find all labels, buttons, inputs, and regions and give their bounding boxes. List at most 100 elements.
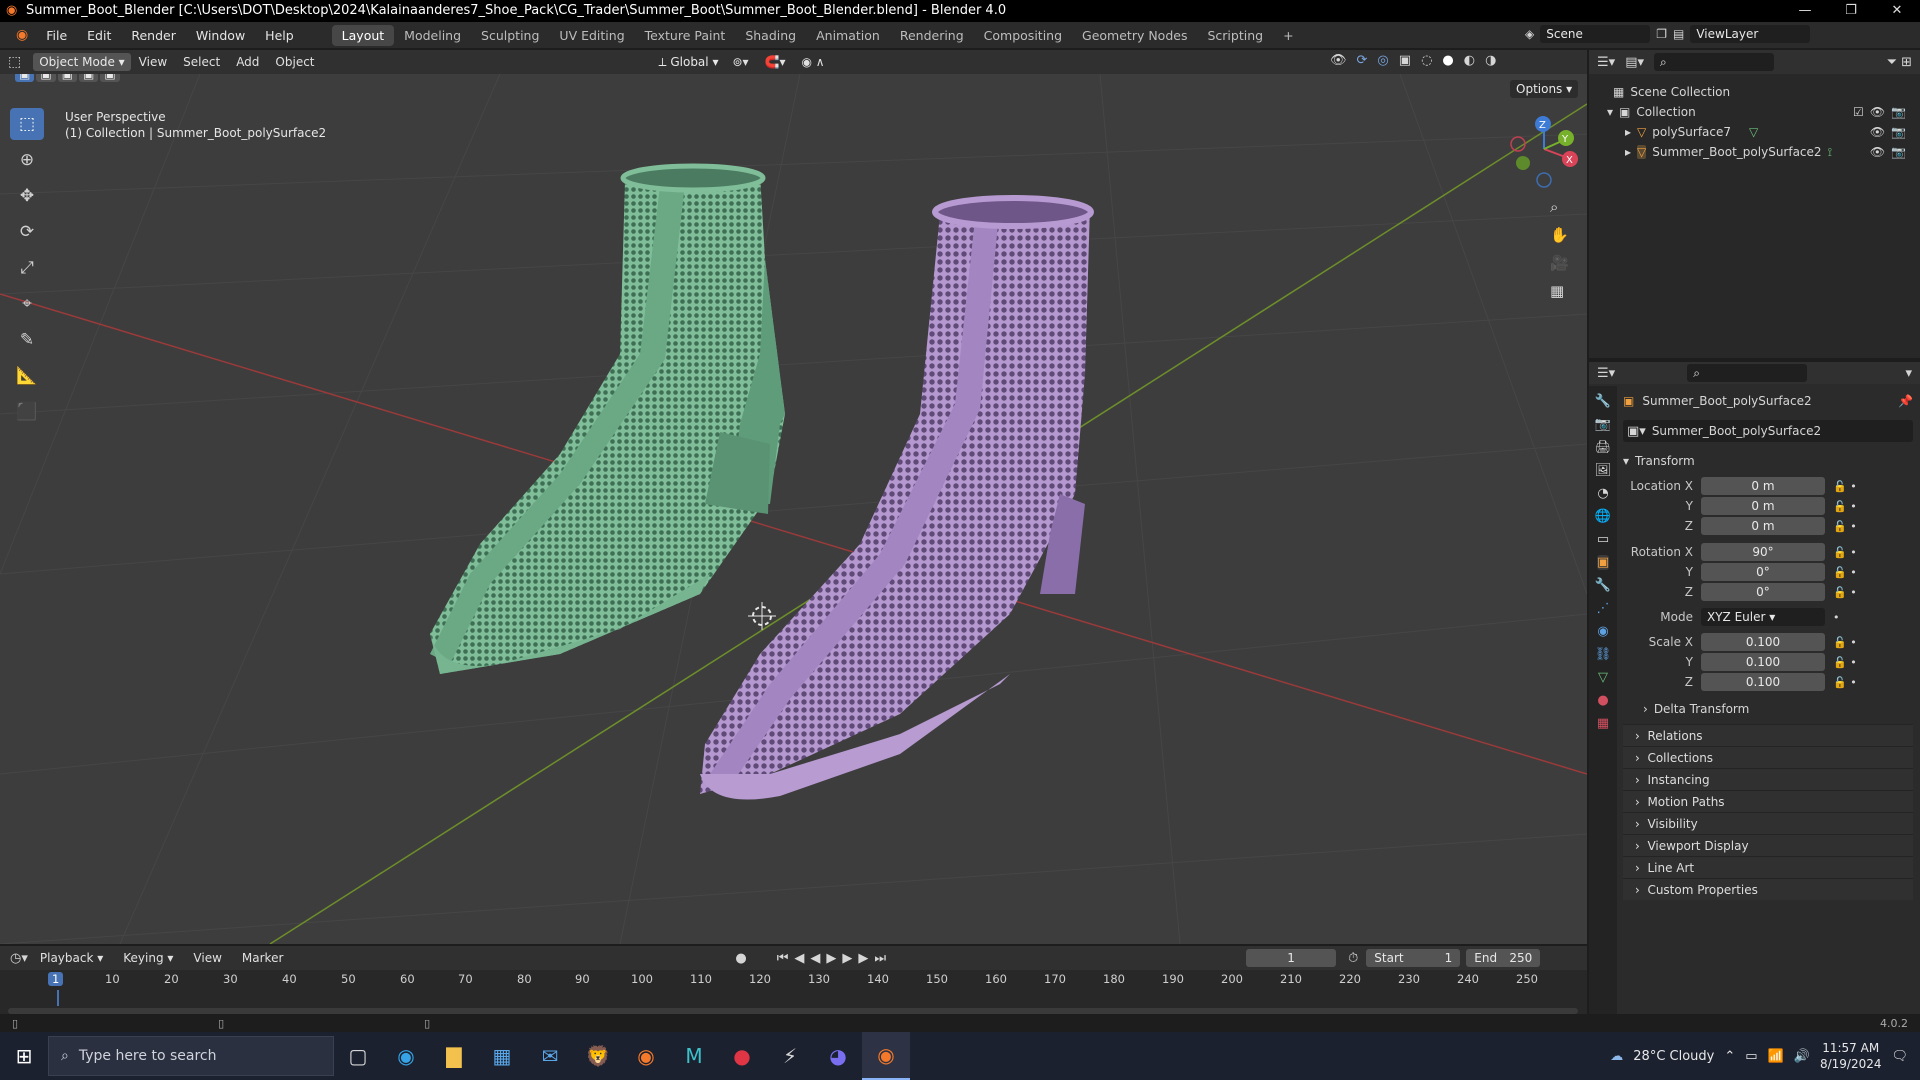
menu-window[interactable]: Window	[186, 28, 255, 43]
wifi-icon[interactable]: 📶	[1768, 1049, 1784, 1064]
playback-controls[interactable]: ⏮◀◀▶▶▶⏭	[777, 951, 892, 966]
location-x-field[interactable]: 0 m	[1701, 477, 1825, 495]
tab-texture-paint[interactable]: Texture Paint	[635, 25, 736, 46]
scale-tool-icon[interactable]: ⤢	[10, 252, 44, 284]
annotate-tool-icon[interactable]: ✎	[10, 324, 44, 356]
panel-viewport-display[interactable]: › Viewport Display	[1623, 834, 1913, 856]
panel-motion-paths[interactable]: › Motion Paths	[1623, 790, 1913, 812]
object-tab-icon[interactable]: ▣	[1596, 555, 1610, 570]
lock-icon[interactable]: 🔓 •	[1833, 676, 1857, 689]
blender-app-icon[interactable]: ◉	[622, 1032, 670, 1080]
close-window-button[interactable]: ✕	[1874, 0, 1920, 22]
camera-icon[interactable]: 📷	[1891, 105, 1906, 119]
overlay-toggle-icon[interactable]: ◎	[1377, 53, 1388, 68]
minimize-button[interactable]: —	[1782, 0, 1828, 22]
modifier-icon[interactable]: ⟟	[1828, 145, 1832, 160]
3d-viewport[interactable]: Z X Y User Perspective (1) Collection | …	[0, 74, 1587, 944]
tab-compositing[interactable]: Compositing	[974, 25, 1072, 46]
windows-start-icon[interactable]: ⊞	[0, 1032, 48, 1080]
scale-y-field[interactable]: 0.100	[1701, 653, 1825, 671]
world-tab-icon[interactable]: 🌐	[1595, 509, 1611, 524]
frame-ruler[interactable]: 1 10 20 30 40 50 60 70 80 90 100 110 120…	[0, 972, 1587, 990]
object-datablock-icon[interactable]: ▣▾	[1627, 424, 1646, 439]
tab-uv-editing[interactable]: UV Editing	[549, 25, 634, 46]
scale-z-field[interactable]: 0.100	[1701, 673, 1825, 691]
menu-edit[interactable]: Edit	[77, 28, 121, 43]
select-box-tool-icon[interactable]: ⬚	[10, 108, 44, 140]
pan-hand-icon[interactable]: ✋	[1550, 226, 1569, 244]
snap-icon[interactable]: 🧲▾	[757, 55, 794, 69]
panel-visibility[interactable]: › Visibility	[1623, 812, 1913, 834]
transform-panel-header[interactable]: ▾ Transform	[1623, 450, 1913, 472]
pivot-icon[interactable]: ⊚▾	[724, 55, 756, 69]
maximize-button[interactable]: ❐	[1828, 0, 1874, 22]
lock-icon[interactable]: 🔓 •	[1833, 500, 1857, 513]
menu-select[interactable]: Select	[175, 55, 228, 69]
display-mode-icon[interactable]: ▤▾	[1625, 55, 1644, 70]
transform-orientation-dropdown[interactable]: ⟂ Global ▾	[652, 52, 725, 72]
move-tool-icon[interactable]: ✥	[10, 180, 44, 212]
menu-help[interactable]: Help	[255, 28, 304, 43]
menu-marker[interactable]: Marker	[234, 951, 291, 965]
material-tab-icon[interactable]: ●	[1597, 693, 1608, 708]
cursor-tool-icon[interactable]: ⊕	[10, 144, 44, 176]
scale-x-field[interactable]: 0.100	[1701, 633, 1825, 651]
stopwatch-icon[interactable]: ⏱	[1348, 951, 1358, 966]
pin-icon[interactable]: 📌	[1898, 394, 1913, 408]
start-frame-field[interactable]: Start 1	[1366, 949, 1461, 967]
gizmo-toggle-icon[interactable]: ⟳	[1357, 53, 1368, 68]
object-mode-dropdown[interactable]: Object Mode ▾	[33, 53, 131, 71]
visibility-icon[interactable]: 👁	[1330, 53, 1347, 68]
properties-options-icon[interactable]: ▾	[1905, 366, 1920, 381]
view-layer-tab-icon[interactable]: 🖼	[1595, 463, 1612, 478]
red-app-icon[interactable]: ●	[718, 1032, 766, 1080]
menu-timeline-view[interactable]: View	[185, 951, 229, 965]
tab-sculpting[interactable]: Sculpting	[471, 25, 549, 46]
collection-tab-icon[interactable]: ▭	[1597, 532, 1609, 547]
timeline-editor-icon[interactable]: ◷▾	[10, 951, 28, 966]
view-layer-selector[interactable]: ViewLayer	[1690, 25, 1811, 43]
panel-custom-properties[interactable]: › Custom Properties	[1623, 878, 1913, 900]
collapse-arrow-icon[interactable]: ▾	[1623, 454, 1629, 468]
zbrush-app-icon[interactable]: ⚡	[766, 1032, 814, 1080]
menu-playback[interactable]: Playback ▾	[32, 951, 111, 965]
select-new-icon[interactable]: ▣	[15, 74, 35, 82]
view-layer-icon[interactable]: ▤	[1673, 27, 1684, 41]
panel-collections[interactable]: › Collections	[1623, 746, 1913, 768]
volume-icon[interactable]: 🔊	[1794, 1049, 1810, 1064]
checkbox-icon[interactable]: ☑	[1853, 105, 1864, 119]
keyframe-dot-icon[interactable]: •	[1833, 611, 1840, 624]
playhead[interactable]: 1	[48, 972, 64, 986]
battery-icon[interactable]: ▭	[1745, 1049, 1757, 1064]
expand-arrow-icon[interactable]: ›	[1643, 702, 1648, 716]
zoom-icon[interactable]: ⌕	[1550, 198, 1569, 216]
lock-icon[interactable]: 🔓 •	[1833, 586, 1857, 599]
camera-view-icon[interactable]: 🎥	[1550, 254, 1569, 272]
task-view-icon[interactable]: ▢	[334, 1032, 382, 1080]
rotate-tool-icon[interactable]: ⟳	[10, 216, 44, 248]
properties-search-input[interactable]: ⌕	[1687, 364, 1808, 382]
lock-icon[interactable]: 🔓 •	[1833, 656, 1857, 669]
outliner-item-polysurface7[interactable]: ▸ ▽ polySurface7 ▽ 👁 📷	[1625, 122, 1920, 142]
mesh-data-icon[interactable]: ▽	[1749, 125, 1758, 139]
clock[interactable]: 11:57 AM 8/19/2024	[1820, 1040, 1882, 1072]
rendered-shading-icon[interactable]: ◑	[1485, 53, 1496, 68]
wireframe-shading-icon[interactable]: ◌	[1421, 53, 1432, 68]
mail-icon[interactable]: ✉	[526, 1032, 574, 1080]
properties-editor-icon[interactable]: ☰▾	[1597, 366, 1615, 381]
measure-tool-icon[interactable]: 📐	[10, 360, 44, 392]
auto-key-icon[interactable]: ●	[735, 951, 746, 966]
filter-icon[interactable]: ⏷ ⊞	[1887, 55, 1920, 70]
discord-app-icon[interactable]: ◕	[814, 1032, 862, 1080]
menu-view[interactable]: View	[131, 55, 175, 69]
constraints-tab-icon[interactable]: ⛓	[1595, 647, 1612, 662]
menu-render[interactable]: Render	[121, 28, 186, 43]
solid-shading-icon[interactable]: ●	[1442, 53, 1453, 68]
blender-active-window-icon[interactable]: ◉	[862, 1032, 910, 1080]
menu-keying[interactable]: Keying ▾	[115, 951, 181, 965]
weather-cloud-icon[interactable]: ☁	[1610, 1049, 1623, 1064]
expand-arrow-icon[interactable]: ▾	[1607, 105, 1613, 119]
proportional-edit-icon[interactable]: ◉ ∧	[794, 55, 833, 69]
viewport-canvas[interactable]: Z X Y	[0, 74, 1587, 944]
tab-modeling[interactable]: Modeling	[394, 25, 471, 46]
